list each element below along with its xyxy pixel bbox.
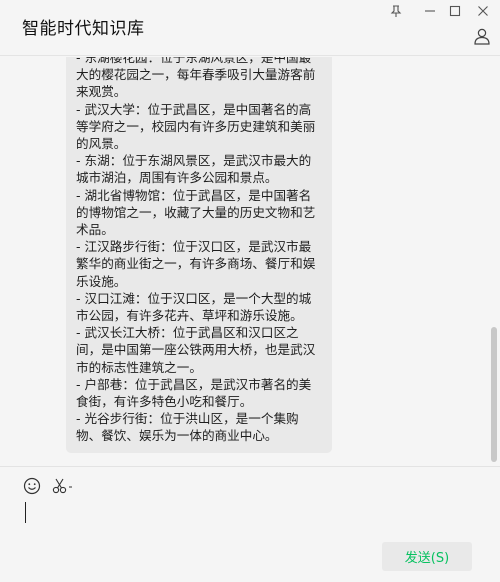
chat-area[interactable]: - 东湖樱花园：位于东湖风景区，是中国最大的樱花园之一，每年春季吸引大量游客前来… — [0, 57, 500, 465]
text-caret — [25, 502, 26, 523]
message-input[interactable] — [22, 499, 480, 539]
message-line: 术品。 — [76, 222, 114, 238]
message-line: - 武汉大学：位于武昌区，是中国著名的高 — [76, 101, 312, 117]
input-area: 发送(S) — [0, 467, 500, 582]
minimize-icon[interactable] — [419, 2, 441, 20]
message-line: - 东湖樱花园：位于东湖风景区，是中国最 — [76, 57, 312, 65]
message-line: 的博物馆之一，收藏了大量的历史文物和艺 — [76, 204, 316, 220]
message-line: 间，是中国第一座公铁两用大桥，也是武汉 — [76, 342, 316, 358]
scrollbar-thumb[interactable] — [491, 327, 497, 462]
message-line: 市的标志性建筑之一。 — [76, 359, 202, 375]
message-line: 的风景。 — [76, 136, 127, 152]
message-line: 物、餐饮、娱乐为一体的商业中心。 — [76, 428, 278, 444]
chat-scrollbar[interactable] — [491, 57, 497, 465]
message-line: 繁华的商业街之一，有许多商场、餐厅和娱 — [76, 256, 316, 272]
message-line: 市公园，有许多花卉、草坪和游乐设施。 — [76, 308, 303, 324]
message-line: - 东湖：位于东湖风景区，是武汉市最大的 — [76, 153, 312, 169]
message-line: - 江汉路步行街：位于汉口区，是武汉市最 — [76, 239, 312, 255]
message-line: - 户部巷：位于武昌区，是武汉市著名的美 — [76, 376, 312, 392]
pin-icon[interactable] — [385, 2, 407, 20]
message-line: 来观赏。 — [76, 84, 127, 100]
message-bubble: - 东湖樱花园：位于东湖风景区，是中国最大的樱花园之一，每年春季吸引大量游客前来… — [66, 57, 332, 453]
message-line: - 武汉长江大桥：位于武昌区和汉口区之 — [76, 325, 299, 341]
emoji-icon[interactable] — [21, 475, 43, 497]
message-line: - 光谷步行街：位于洪山区，是一个集购 — [76, 411, 299, 427]
message-line: - 湖北省博物馆：位于武昌区，是中国著名 — [76, 187, 312, 203]
window-title: 智能时代知识库 — [22, 19, 145, 39]
message-line: 等学府之一，校园内有许多历史建筑和美丽 — [76, 118, 316, 134]
title-bar: 智能时代知识库 — [0, 0, 500, 56]
message-line: 城市湖泊，周围有许多公园和景点。 — [76, 170, 278, 186]
user-icon[interactable] — [472, 26, 492, 46]
message-line: 乐设施。 — [76, 273, 127, 289]
send-button[interactable]: 发送(S) — [382, 542, 472, 571]
message-line: 食街，有许多特色小吃和餐厅。 — [76, 394, 253, 410]
message-line: 大的樱花园之一，每年春季吸引大量游客前 — [76, 67, 316, 83]
message-line: - 汉口江滩：位于汉口区，是一个大型的城 — [76, 290, 312, 306]
close-icon[interactable] — [472, 2, 494, 20]
scissors-icon[interactable] — [50, 475, 76, 497]
maximize-icon[interactable] — [444, 2, 466, 20]
